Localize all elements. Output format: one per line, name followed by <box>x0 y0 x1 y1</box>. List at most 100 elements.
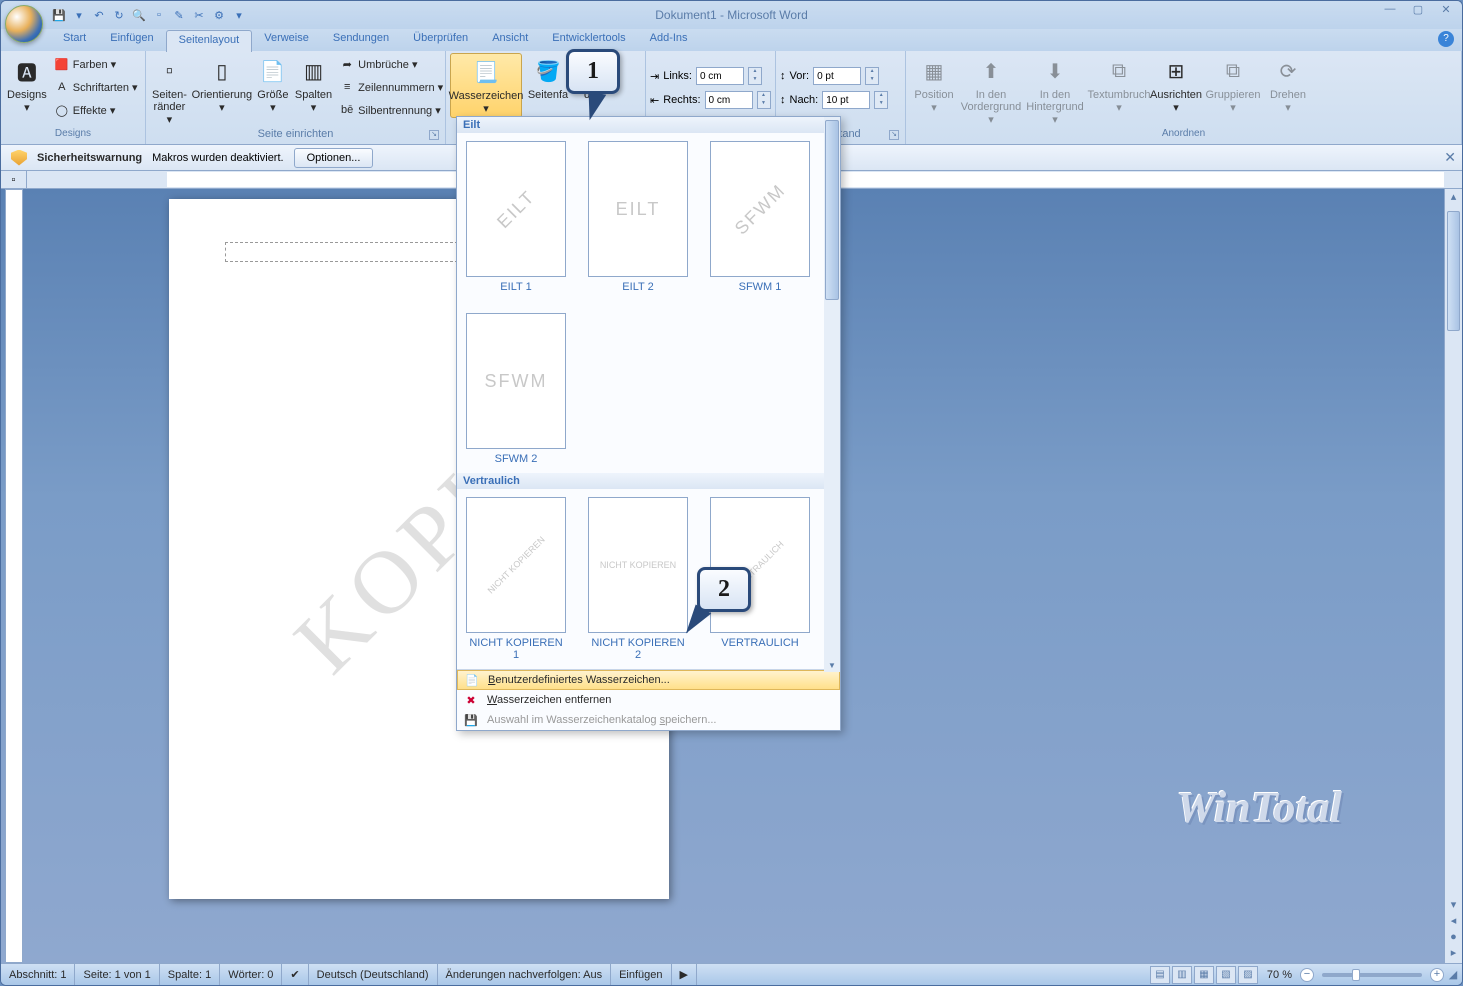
gallery-cat-vertraulich: Vertraulich <box>457 473 840 489</box>
gallery-item-sfwm2[interactable]: SFWMSFWM 2 <box>465 313 567 465</box>
seite-launcher[interactable]: ↘ <box>429 130 439 140</box>
gallery-scroll-thumb[interactable] <box>825 120 839 300</box>
tab-ansicht[interactable]: Ansicht <box>480 29 540 51</box>
undo-icon[interactable]: ↶ <box>91 7 107 23</box>
view-web-button[interactable]: ▦ <box>1194 966 1214 984</box>
abstand-nach-spinner[interactable]: ▲▼ <box>874 91 888 109</box>
effekte-button[interactable]: ◯Effekte ▾ <box>51 99 142 121</box>
hintergrund-button[interactable]: ⬇In den Hintergrund ▾ <box>1024 53 1086 128</box>
einzug-links-spinner[interactable]: ▲▼ <box>748 67 762 85</box>
scroll-thumb[interactable] <box>1447 211 1460 331</box>
view-print-button[interactable]: ▤ <box>1150 966 1170 984</box>
status-mode[interactable]: Einfügen <box>611 964 671 985</box>
tab-einfuegen[interactable]: Einfügen <box>98 29 165 51</box>
view-outline-button[interactable]: ▧ <box>1216 966 1236 984</box>
group-designs-label: Designs <box>5 128 141 144</box>
tab-verweise[interactable]: Verweise <box>252 29 321 51</box>
zoom-out-button[interactable]: − <box>1300 968 1314 982</box>
zoom-value[interactable]: 70 % <box>1259 969 1300 981</box>
close-button[interactable]: ✕ <box>1434 3 1458 21</box>
absatz-launcher[interactable]: ↘ <box>889 130 899 140</box>
front-icon: ⬆ <box>975 55 1007 87</box>
vertical-scrollbar[interactable]: ▴ ▾ ◂ ● ▸ <box>1444 189 1462 963</box>
gallery-item-eilt2[interactable]: EILTEILT 2 <box>587 141 689 293</box>
drehen-button[interactable]: ⟳Drehen ▾ <box>1266 53 1310 116</box>
zeilennummern-button[interactable]: ≡Zeilennummern ▾ <box>336 76 447 98</box>
ausrichten-button[interactable]: ⊞Ausrichten ▾ <box>1152 53 1200 116</box>
abstand-vor-spinner[interactable]: ▲▼ <box>865 67 879 85</box>
abstand-nach-input[interactable] <box>822 91 870 109</box>
security-options-button[interactable]: Optionen... <box>294 148 374 168</box>
abstand-vor-input[interactable] <box>813 67 861 85</box>
gallery-scrollbar[interactable]: ▼ <box>824 117 840 672</box>
security-close-button[interactable]: ✕ <box>1444 149 1456 166</box>
seitenraender-button[interactable]: ▫Seiten- ränder ▾ <box>150 53 189 128</box>
zoom-in-button[interactable]: + <box>1430 968 1444 982</box>
groesse-button[interactable]: 📄Größe ▾ <box>255 53 291 116</box>
qat-customize-icon[interactable]: ▾ <box>231 7 247 23</box>
remove-watermark-menuitem[interactable]: ✖ Wasserzeichen entfernen <box>457 690 840 710</box>
tab-entwicklertools[interactable]: Entwicklertools <box>540 29 637 51</box>
vertical-ruler[interactable] <box>5 189 23 963</box>
status-proofing[interactable]: ✔ <box>282 964 308 985</box>
redo-icon[interactable]: ↻ <box>111 7 127 23</box>
einzug-rechts-spinner[interactable]: ▲▼ <box>757 91 771 109</box>
zoom-thumb[interactable] <box>1352 969 1360 981</box>
wasserzeichen-button[interactable]: 📃Wasserzeichen ▾ <box>450 53 522 118</box>
gallery-item-eilt1[interactable]: EILTEILT 1 <box>465 141 567 293</box>
restore-button[interactable]: ▢ <box>1406 3 1430 21</box>
status-spalte[interactable]: Spalte: 1 <box>160 964 220 985</box>
textumbruch-button[interactable]: ⧉Textumbruch ▾ <box>1088 53 1150 116</box>
position-button[interactable]: ▦Position ▾ <box>910 53 958 116</box>
tab-sendungen[interactable]: Sendungen <box>321 29 401 51</box>
print-preview-icon[interactable]: 🔍 <box>131 7 147 23</box>
save-icon[interactable]: 💾 <box>51 7 67 23</box>
gruppieren-button[interactable]: ⧉Gruppieren ▾ <box>1202 53 1264 116</box>
status-track[interactable]: Änderungen nachverfolgen: Aus <box>438 964 612 985</box>
scroll-up-button[interactable]: ▴ <box>1445 189 1462 207</box>
farben-button[interactable]: 🟥Farben ▾ <box>51 53 142 75</box>
custom-watermark-menuitem[interactable]: 📄 Benutzerdefiniertes Wasserzeichen... <box>457 670 840 690</box>
einzug-rechts-input[interactable] <box>705 91 753 109</box>
einzug-rechts-row: ⇤ Rechts: ▲▼ <box>650 89 771 111</box>
group-designs: 🅰 Designs▾ 🟥Farben ▾ ASchriftarten ▾ ◯Ef… <box>1 51 146 144</box>
gallery-scroll-down[interactable]: ▼ <box>824 661 840 670</box>
status-woerter[interactable]: Wörter: 0 <box>220 964 282 985</box>
status-seite[interactable]: Seite: 1 von 1 <box>75 964 159 985</box>
new-icon[interactable]: ▫ <box>151 7 167 23</box>
seitenfarbe-button[interactable]: 🪣Seitenfa <box>524 53 572 103</box>
office-button[interactable] <box>5 5 43 43</box>
tab-seitenlayout[interactable]: Seitenlayout <box>166 30 253 52</box>
next-page-button[interactable]: ▸ <box>1445 945 1462 963</box>
zoom-slider[interactable] <box>1322 973 1422 977</box>
orientation-icon: ▯ <box>206 55 238 87</box>
ruler-corner[interactable]: ▫ <box>1 171 27 188</box>
gallery-item-sfwm1[interactable]: SFWMSFWM 1 <box>709 141 811 293</box>
minimize-button[interactable]: — <box>1378 3 1402 21</box>
tool2-icon[interactable]: ✂ <box>191 7 207 23</box>
umbrueche-button[interactable]: ➦Umbrüche ▾ <box>336 53 447 75</box>
tab-addins[interactable]: Add-Ins <box>638 29 700 51</box>
status-macro[interactable]: ▶ <box>672 964 697 985</box>
status-sprache[interactable]: Deutsch (Deutschland) <box>309 964 438 985</box>
tab-ueberpruefen[interactable]: Überprüfen <box>401 29 480 51</box>
view-fullread-button[interactable]: ▥ <box>1172 966 1192 984</box>
tool1-icon[interactable]: ✎ <box>171 7 187 23</box>
einzug-links-input[interactable] <box>696 67 744 85</box>
tool3-icon[interactable]: ⚙ <box>211 7 227 23</box>
status-resize-grip[interactable]: ◢ <box>1444 968 1462 981</box>
spalten-button[interactable]: ▥Spalten ▾ <box>293 53 334 116</box>
help-button[interactable]: ? <box>1438 31 1454 47</box>
quick-access-toolbar: 💾 ▾ ↶ ↻ 🔍 ▫ ✎ ✂ ⚙ ▾ <box>51 7 247 23</box>
vordergrund-button[interactable]: ⬆In den Vordergrund ▾ <box>960 53 1022 128</box>
gallery-item-nichtkopieren2[interactable]: NICHT KOPIERENNICHT KOPIEREN 2 <box>587 497 689 661</box>
status-abschnitt[interactable]: Abschnitt: 1 <box>1 964 75 985</box>
view-draft-button[interactable]: ▨ <box>1238 966 1258 984</box>
schriftarten-button[interactable]: ASchriftarten ▾ <box>51 76 142 98</box>
tab-start[interactable]: Start <box>51 29 98 51</box>
hyphen-icon: bē <box>340 103 354 117</box>
orientierung-button[interactable]: ▯Orientierung ▾ <box>191 53 253 116</box>
gallery-item-nichtkopieren1[interactable]: NICHT KOPIERENNICHT KOPIEREN 1 <box>465 497 567 661</box>
designs-button[interactable]: 🅰 Designs▾ <box>5 53 49 116</box>
silbentrennung-button[interactable]: bēSilbentrennung ▾ <box>336 99 447 121</box>
